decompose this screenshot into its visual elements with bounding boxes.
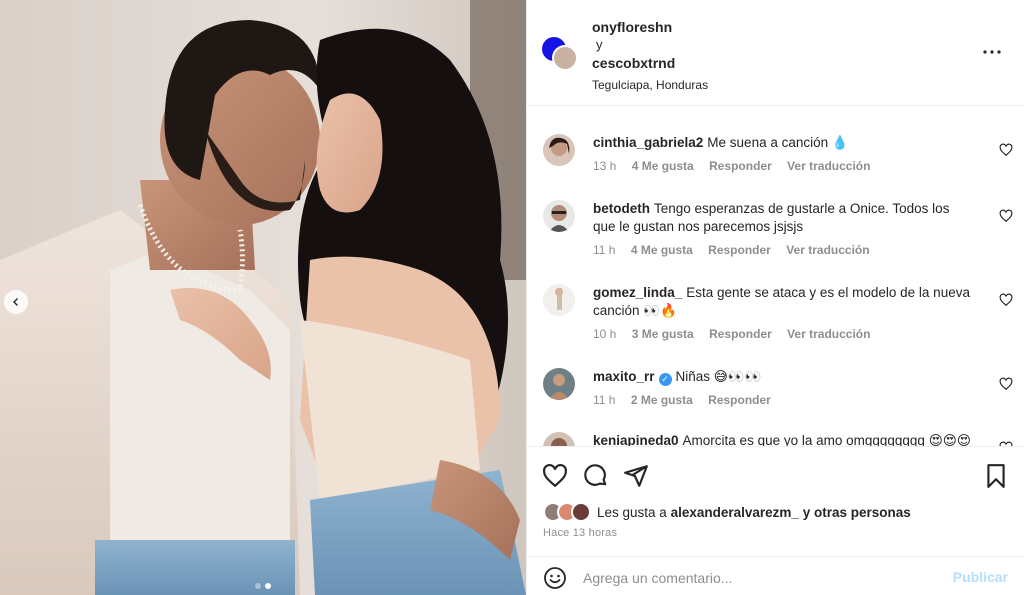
liker-avatars [543, 502, 593, 522]
more-options-button[interactable] [980, 42, 1004, 62]
comment-time[interactable]: 10 h [593, 327, 616, 341]
comment-likes[interactable]: 2 Me gusta [631, 393, 693, 407]
collab-avatars[interactable] [542, 37, 578, 73]
comment-username[interactable]: keniapineda0 [593, 433, 679, 446]
comment-icon[interactable] [583, 463, 609, 489]
comment-text: Niñas 😅👀👀 [675, 369, 762, 384]
publish-button[interactable]: Publicar [953, 569, 1008, 585]
reply-button[interactable]: Responder [709, 327, 772, 341]
comment-body: gomez_linda_ Esta gente se ataca y es el … [593, 284, 973, 320]
post-actions: Les gusta a alexanderalvarezm_ y otras p… [527, 446, 1024, 556]
avatar [552, 45, 578, 71]
header-conjunction: y [596, 37, 603, 52]
post-side-panel: onyfloreshn y cescobxtrnd Tegulciapa, Ho… [526, 0, 1024, 595]
avatar[interactable] [543, 368, 575, 400]
comment-body: keniapineda0 Amorcita es que yo la amo om… [593, 432, 973, 446]
heart-icon[interactable] [999, 143, 1013, 157]
carousel-dot [255, 583, 261, 589]
comment-meta: 10 h 3 Me gusta Responder Ver traducción [593, 327, 882, 341]
likes-suffix[interactable]: y otras personas [803, 505, 911, 520]
comment-body: maxito_rr ✓ Niñas 😅👀👀 [593, 368, 973, 386]
avatar[interactable] [543, 284, 575, 316]
heart-icon[interactable] [999, 377, 1013, 391]
comment-username[interactable]: cinthia_gabriela2 [593, 135, 703, 150]
comment-meta: 13 h 4 Me gusta Responder Ver traducción [593, 159, 882, 173]
comment-username[interactable]: betodeth [593, 201, 650, 216]
translate-button[interactable]: Ver traducción [787, 327, 870, 341]
bookmark-icon[interactable] [983, 463, 1009, 489]
comment-text: Amorcita es que yo la amo omgggggggg 😍😍😍 [682, 433, 971, 446]
avatar[interactable] [543, 200, 575, 232]
comment-body: cinthia_gabriela2 Me suena a canción 💧 [593, 134, 973, 152]
liker-username[interactable]: alexanderalvarezm_ [671, 505, 799, 520]
comment-likes[interactable]: 3 Me gusta [632, 327, 694, 341]
translate-button[interactable]: Ver traducción [786, 243, 869, 257]
comment-list[interactable]: cinthia_gabriela2 Me suena a canción 💧 13… [527, 106, 1024, 446]
add-comment-bar: Publicar [527, 556, 1024, 595]
heart-icon[interactable] [542, 463, 568, 489]
more-horizontal-icon [983, 50, 1001, 54]
carousel-prev-button[interactable] [4, 290, 28, 314]
verified-badge-icon: ✓ [658, 373, 672, 386]
carousel-indicator [0, 583, 526, 589]
reply-button[interactable]: Responder [709, 159, 772, 173]
likes-prefix: Les gusta a [597, 504, 667, 520]
translate-button[interactable]: Ver traducción [787, 159, 870, 173]
comment-likes[interactable]: 4 Me gusta [631, 243, 693, 257]
chevron-left-icon [13, 298, 18, 306]
post-photo [0, 0, 526, 595]
send-icon[interactable] [623, 463, 649, 489]
author-username[interactable]: onyfloreshn [592, 18, 708, 36]
comment-username[interactable]: gomez_linda_ [593, 285, 682, 300]
heart-icon[interactable] [999, 293, 1013, 307]
header-text: onyfloreshn y cescobxtrnd Tegulciapa, Ho… [592, 18, 708, 94]
comment-meta: 11 h 4 Me gusta Responder Ver traducción [593, 243, 882, 257]
collab-username[interactable]: cescobxtrnd [592, 54, 708, 72]
comment-text: Me suena a canción 💧 [707, 135, 849, 150]
post-media[interactable] [0, 0, 526, 595]
comment-time[interactable]: 11 h [593, 393, 615, 407]
avatar[interactable] [543, 134, 575, 166]
post-timestamp[interactable]: Hace 13 horas [543, 527, 617, 539]
avatar[interactable] [543, 432, 575, 446]
emoji-icon[interactable] [543, 566, 567, 590]
comment-meta: 11 h 2 Me gusta Responder [593, 393, 783, 407]
reply-button[interactable]: Responder [708, 393, 771, 407]
avatar [571, 502, 591, 522]
post-header: onyfloreshn y cescobxtrnd Tegulciapa, Ho… [527, 0, 1024, 106]
comment-body: betodeth Tengo esperanzas de gustarle a O… [593, 200, 973, 236]
carousel-dot-active [265, 583, 271, 589]
comment-username[interactable]: maxito_rr [593, 369, 655, 384]
comment-input[interactable] [583, 567, 923, 589]
likes-summary: Les gusta a alexanderalvarezm_ y otras p… [543, 501, 911, 523]
comment-likes[interactable]: 4 Me gusta [632, 159, 694, 173]
comment-time[interactable]: 13 h [593, 159, 616, 173]
reply-button[interactable]: Responder [708, 243, 771, 257]
comment-time[interactable]: 11 h [593, 243, 615, 257]
heart-icon[interactable] [999, 209, 1013, 223]
post-location[interactable]: Tegulciapa, Honduras [592, 76, 708, 94]
